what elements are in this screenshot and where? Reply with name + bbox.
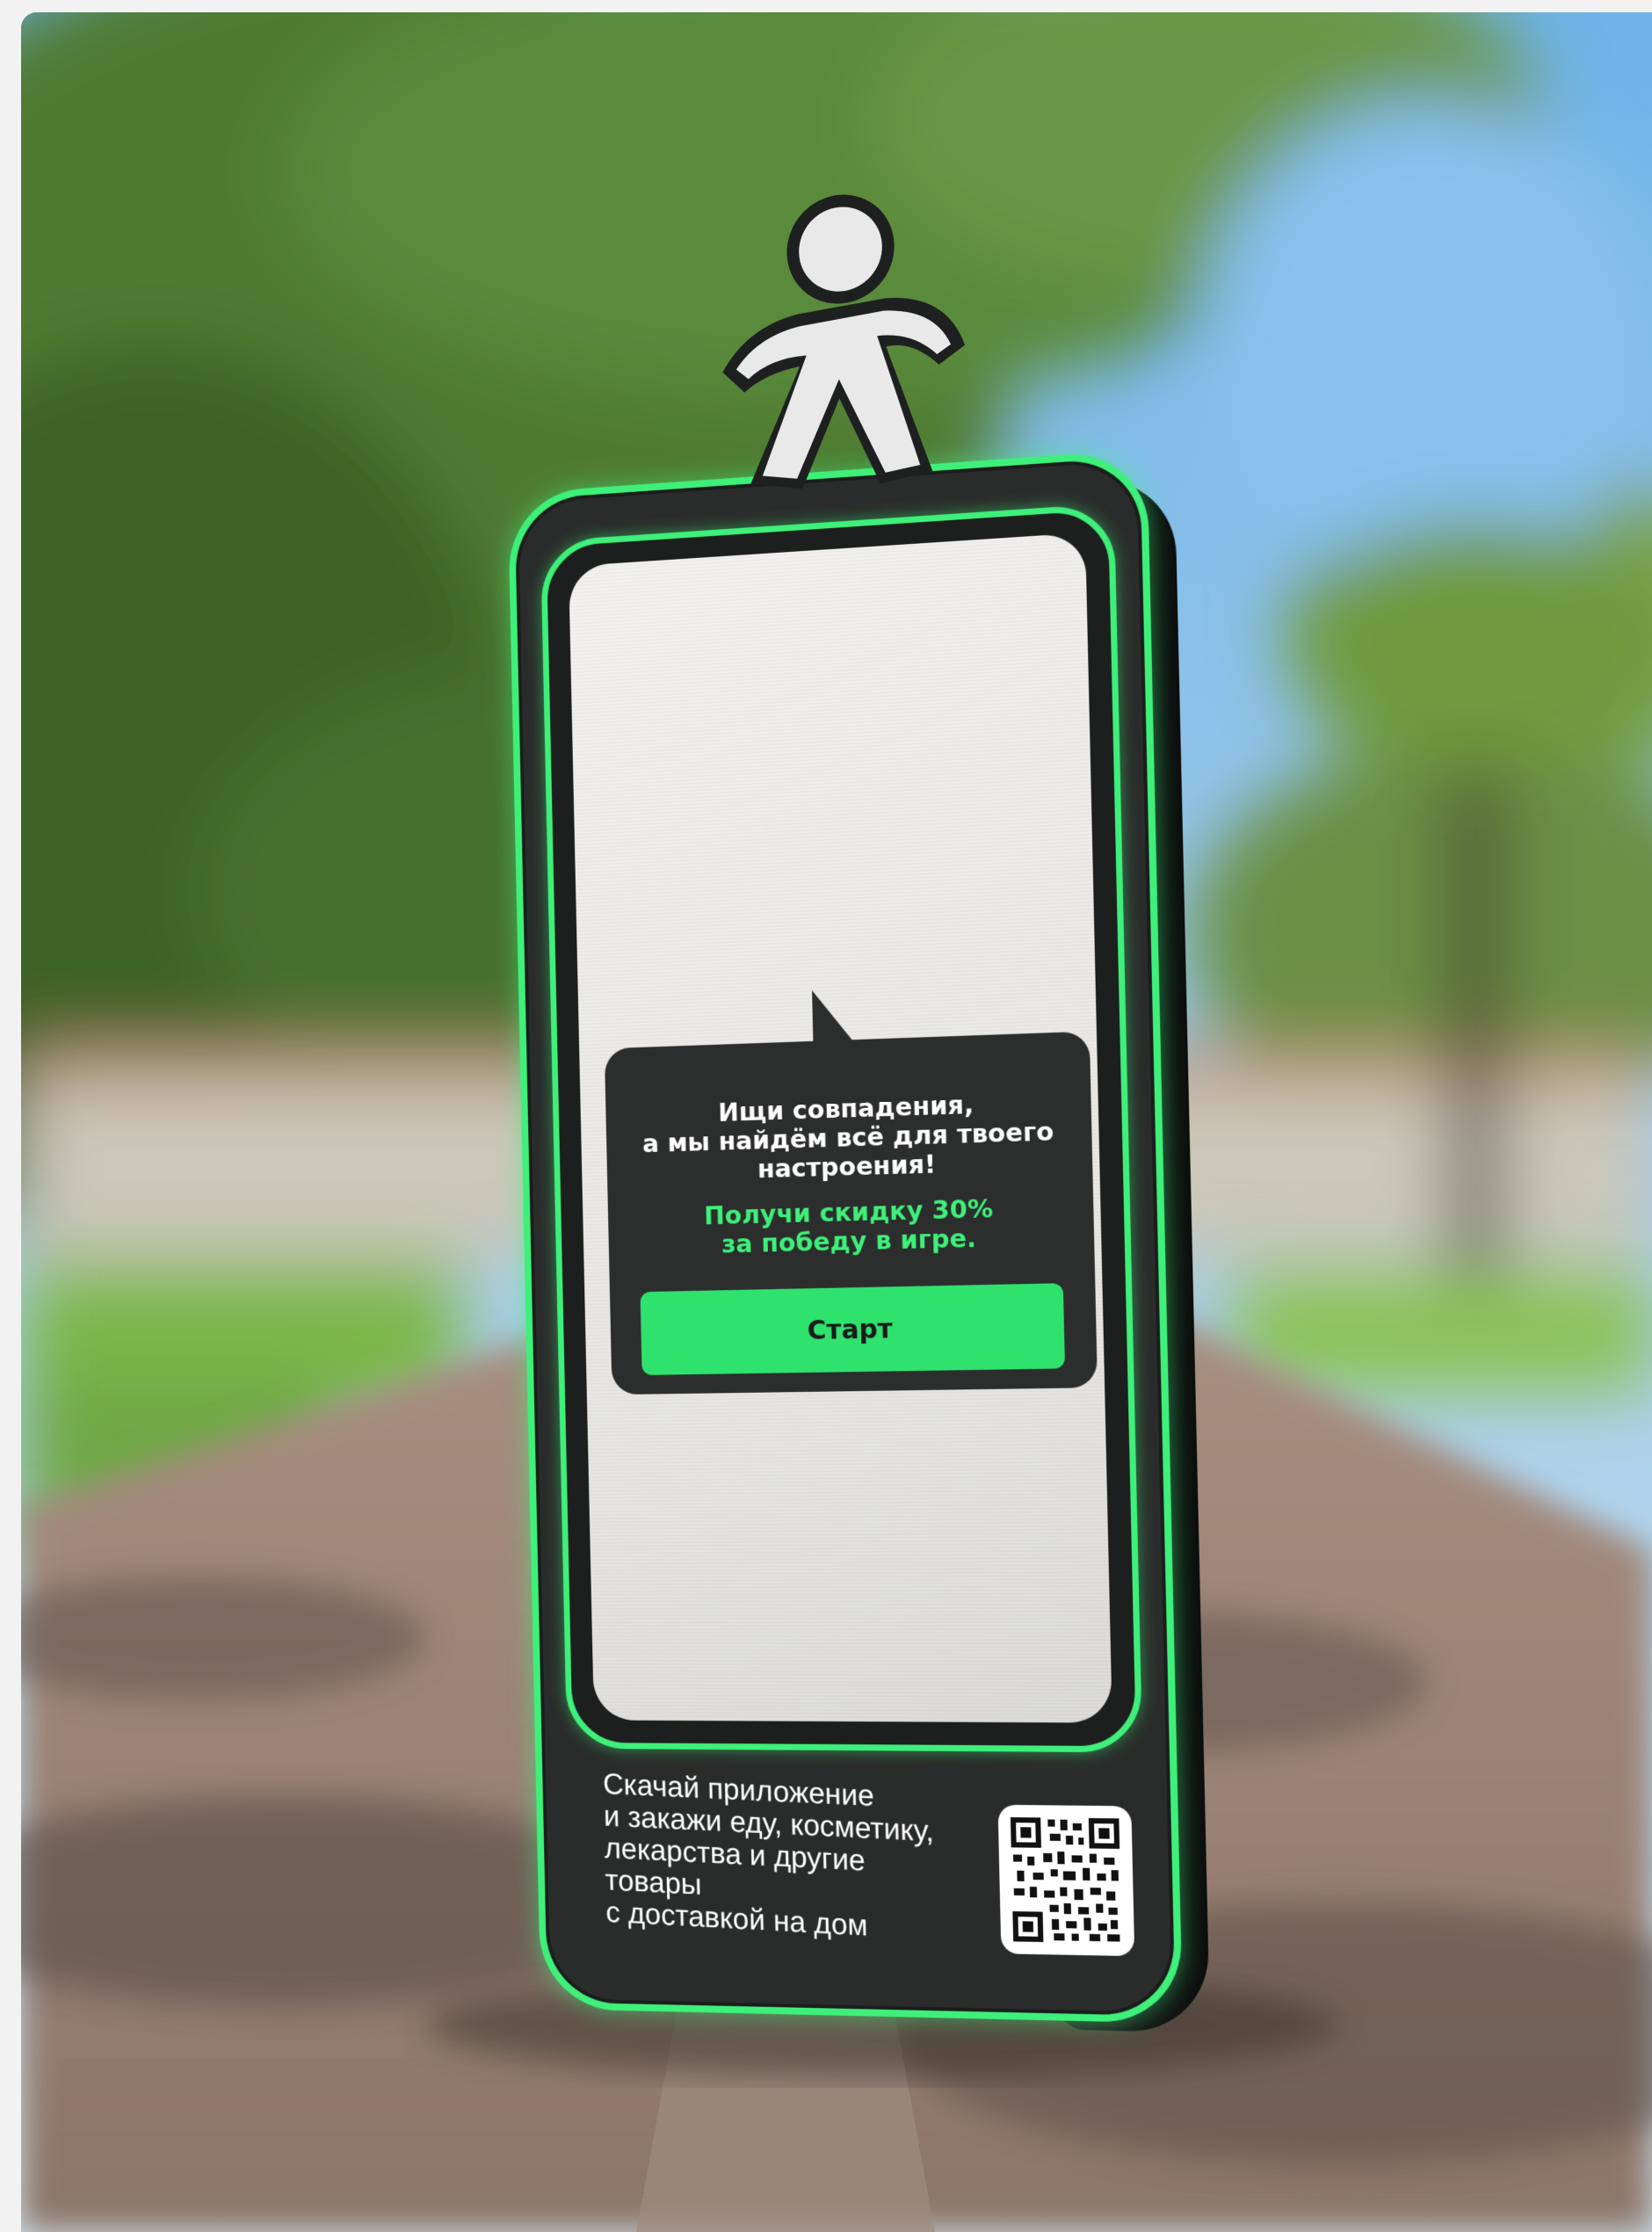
start-button[interactable]: Старт — [640, 1283, 1066, 1375]
kiosk-body: Ищи совпадения, а мы найдём всё для твое… — [507, 190, 1184, 2024]
game-screen: Ищи совпадения, а мы найдём всё для твое… — [569, 533, 1112, 1723]
kiosk: Ищи совпадения, а мы найдём всё для твое… — [507, 190, 1228, 2042]
app-download-caption: Скачай приложение и закажи еду, косметик… — [602, 1767, 935, 1943]
photo: Ищи совпадения, а мы найдём всё для твое… — [21, 12, 1652, 2232]
walking-person-icon — [721, 190, 968, 495]
screen-bezel: Ищи совпадения, а мы найдём всё для твое… — [540, 503, 1143, 1753]
bubble-heading: Ищи совпадения, а мы найдём всё для твое… — [641, 1089, 1054, 1185]
speech-bubble: Ищи совпадения, а мы найдём всё для твое… — [604, 989, 1098, 1395]
speech-bubble-tail — [812, 989, 855, 1045]
qr-pattern — [1010, 1817, 1120, 1943]
qr-code-icon — [997, 1804, 1135, 1957]
discount-promo: Получи скидку 30% за победу в игре. — [703, 1193, 994, 1259]
